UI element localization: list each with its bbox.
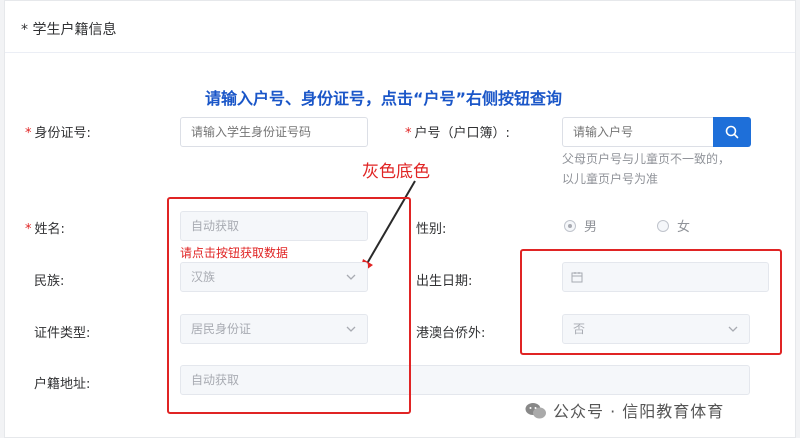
radio-icon [657, 220, 669, 232]
search-button[interactable] [713, 117, 751, 147]
search-icon [725, 125, 739, 139]
highlight-box-left [167, 197, 411, 414]
domicile-label: 户籍地址: [34, 377, 91, 392]
id-number-label: * 身份证号: [25, 126, 91, 141]
household-no-label: * 户号（户口簿）: [405, 126, 510, 141]
highlight-box-right [520, 249, 782, 355]
radio-checked-icon [564, 220, 576, 232]
wechat-icon [525, 403, 546, 419]
name-label: * 姓名: [25, 222, 65, 237]
household-note-line2: 以儿童页户号为准 [562, 172, 659, 186]
query-hint: 请输入户号、身份证号，点击“户号”右侧按钮查询 [205, 89, 563, 108]
id-type-label: 证件类型: [34, 326, 91, 341]
gender-label: 性别: [416, 222, 447, 237]
ethnicity-label: 民族: [34, 274, 65, 289]
section-header: * 学生户籍信息 [5, 1, 795, 53]
household-no-input[interactable] [562, 117, 714, 147]
birth-date-label: 出生日期: [416, 274, 473, 289]
student-household-panel: * 学生户籍信息 请输入户号、身份证号，点击“户号”右侧按钮查询 * 身份证号: … [4, 0, 796, 438]
watermark: 公众号 · 信阳教育体育 [525, 398, 724, 422]
gender-radio-female: 女 [657, 216, 690, 235]
gender-radio-male: 男 [564, 216, 597, 235]
section-title: * 学生户籍信息 [21, 22, 117, 38]
watermark-text: 公众号 · 信阳教育体育 [553, 402, 725, 421]
id-number-input[interactable] [180, 117, 368, 147]
overseas-label: 港澳台侨外: [416, 326, 486, 341]
household-note-line1: 父母页户号与儿童页不一致的， [562, 152, 731, 166]
household-note: 父母页户号与儿童页不一致的， 以儿童页户号为准 [562, 149, 730, 189]
